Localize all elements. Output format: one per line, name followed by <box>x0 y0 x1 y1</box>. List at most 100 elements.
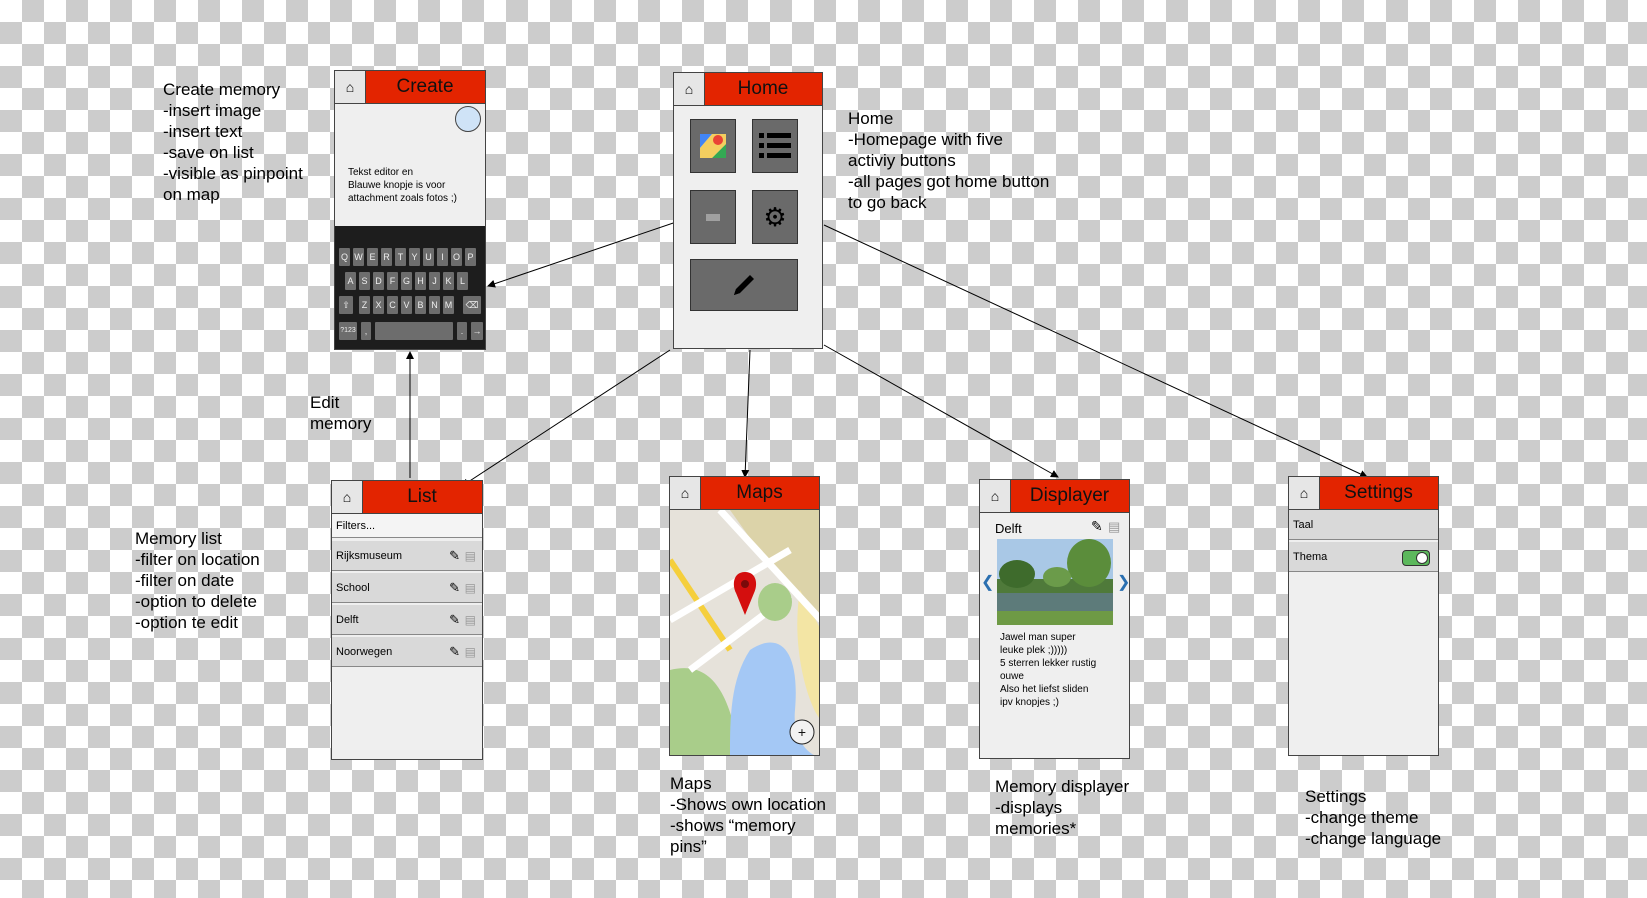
key[interactable]: E <box>367 248 378 266</box>
theme-setting[interactable]: Thema <box>1289 542 1438 572</box>
displayer-tile-button[interactable] <box>690 190 736 244</box>
key[interactable]: D <box>373 272 384 290</box>
list-item[interactable]: School ✎ ▤ <box>332 573 482 603</box>
arrow-home-to-list <box>461 349 671 487</box>
shift-key[interactable]: ⇧ <box>339 296 353 314</box>
settings-tile-button[interactable]: ⚙ <box>752 190 798 244</box>
space-key[interactable] <box>375 322 453 340</box>
maps-screen: ⌂ Maps + <box>669 476 820 756</box>
key[interactable]: V <box>401 296 412 314</box>
trash-icon[interactable]: ▤ <box>465 645 476 659</box>
note-settings: Settings -change theme -change language <box>1305 787 1442 848</box>
settings-screen: ⌂ Settings Taal Thema <box>1288 476 1439 756</box>
gear-icon: ⚙ <box>763 202 787 232</box>
key[interactable]: F <box>387 272 398 290</box>
note-displayer: Memory displayer -displays memories* <box>995 777 1130 838</box>
key[interactable]: J <box>429 272 440 290</box>
key[interactable]: A <box>345 272 356 290</box>
pencil-icon[interactable]: ✎ <box>449 548 460 564</box>
arrow-home-to-create <box>487 217 689 288</box>
displayer-title: Displayer <box>1029 485 1110 506</box>
pencil-icon[interactable]: ✎ <box>449 612 460 628</box>
text-editor[interactable]: Tekst editor en Blauwe knopje is voor at… <box>348 166 457 205</box>
theme-toggle[interactable] <box>1402 550 1430 566</box>
note-create: Create memory -insert image -insert text -s… <box>163 80 303 204</box>
home-icon: ⌂ <box>990 488 1000 504</box>
pencil-icon <box>734 275 754 295</box>
key[interactable]: H <box>415 272 426 290</box>
create-tile-button[interactable] <box>690 259 798 311</box>
language-setting[interactable]: Taal <box>1289 510 1438 540</box>
next-arrow-icon[interactable]: ❯ <box>1117 572 1129 592</box>
key[interactable]: P <box>465 248 476 266</box>
key[interactable]: M <box>443 296 454 314</box>
displayer-header: ⌂ Displayer <box>980 480 1129 513</box>
list-header: ⌂ List <box>332 481 482 514</box>
filter-input[interactable]: Filters... <box>332 514 482 538</box>
key[interactable]: O <box>451 248 462 266</box>
numbers-key[interactable]: ?123 <box>339 322 357 340</box>
key[interactable]: C <box>387 296 398 314</box>
key[interactable]: Z <box>359 296 370 314</box>
home-button[interactable]: ⌂ <box>980 480 1011 512</box>
previous-arrow-icon[interactable]: ❮ <box>981 572 994 592</box>
list-item[interactable]: Rijksmuseum ✎ ▤ <box>332 541 482 571</box>
keyboard-row-4: ?123 , . → <box>339 322 485 342</box>
keyboard-row-2: A S D F G H J K L <box>345 272 485 292</box>
home-button[interactable]: ⌂ <box>335 71 366 103</box>
trash-icon[interactable]: ▤ <box>465 549 476 563</box>
pencil-icon[interactable]: ✎ <box>449 644 460 660</box>
key[interactable]: N <box>429 296 440 314</box>
attachment-button[interactable] <box>455 106 481 132</box>
list-item[interactable]: Delft ✎ ▤ <box>332 605 482 635</box>
key[interactable]: Q <box>339 248 350 266</box>
note-list: Memory list -filter on location -filter on… <box>135 529 260 632</box>
list-item-label: Noorwegen <box>336 645 393 658</box>
key[interactable]: G <box>401 272 412 290</box>
keyboard[interactable]: Q W E R T Y U I O P A S D F G H J K L ⇧ … <box>335 226 485 349</box>
keyboard-row-3: ⇧ Z X C V B N M ⌫ <box>339 296 485 316</box>
list-title: List <box>407 486 437 507</box>
key[interactable]: X <box>373 296 384 314</box>
home-button[interactable]: ⌂ <box>1289 477 1320 509</box>
key[interactable]: W <box>353 248 364 266</box>
add-memory-pin-button[interactable]: + <box>789 719 815 745</box>
note-home: Home -Homepage with five activiy buttons -a… <box>848 109 1050 212</box>
home-icon: ⌂ <box>342 489 352 505</box>
enter-key[interactable]: → <box>471 322 483 340</box>
trash-icon[interactable]: ▤ <box>1108 519 1120 535</box>
home-button[interactable]: ⌂ <box>674 73 705 105</box>
key[interactable]: I <box>437 248 448 266</box>
displayer-icon <box>706 213 720 221</box>
trash-icon[interactable]: ▤ <box>465 581 476 595</box>
home-button[interactable]: ⌂ <box>332 481 363 513</box>
maps-tile-button[interactable] <box>690 119 736 173</box>
svg-text:+: + <box>798 724 806 740</box>
pencil-icon[interactable]: ✎ <box>449 580 460 596</box>
list-item[interactable]: Noorwegen ✎ ▤ <box>332 637 482 667</box>
trash-icon[interactable]: ▤ <box>465 613 476 627</box>
home-button[interactable]: ⌂ <box>670 477 701 509</box>
home-header: ⌂ Home <box>674 73 822 106</box>
key[interactable]: S <box>359 272 370 290</box>
period-key[interactable]: . <box>457 322 467 340</box>
maps-icon <box>700 134 726 158</box>
maps-title: Maps <box>736 482 783 503</box>
comma-key[interactable]: , <box>361 322 371 340</box>
pencil-icon[interactable]: ✎ <box>1091 518 1103 535</box>
keyboard-row-1: Q W E R T Y U I O P <box>339 248 485 268</box>
maps-header: ⌂ Maps <box>670 477 819 510</box>
key[interactable]: U <box>423 248 434 266</box>
key[interactable]: K <box>443 272 454 290</box>
home-icon: ⌂ <box>345 79 355 95</box>
list-item-label: School <box>336 581 370 594</box>
backspace-key[interactable]: ⌫ <box>463 296 481 314</box>
key[interactable]: Y <box>409 248 420 266</box>
key[interactable]: R <box>381 248 392 266</box>
map-view[interactable]: + <box>670 510 820 756</box>
arrow-home-to-displayer <box>823 344 1059 478</box>
key[interactable]: T <box>395 248 406 266</box>
key[interactable]: L <box>457 272 468 290</box>
list-tile-button[interactable] <box>752 119 798 173</box>
key[interactable]: B <box>415 296 426 314</box>
